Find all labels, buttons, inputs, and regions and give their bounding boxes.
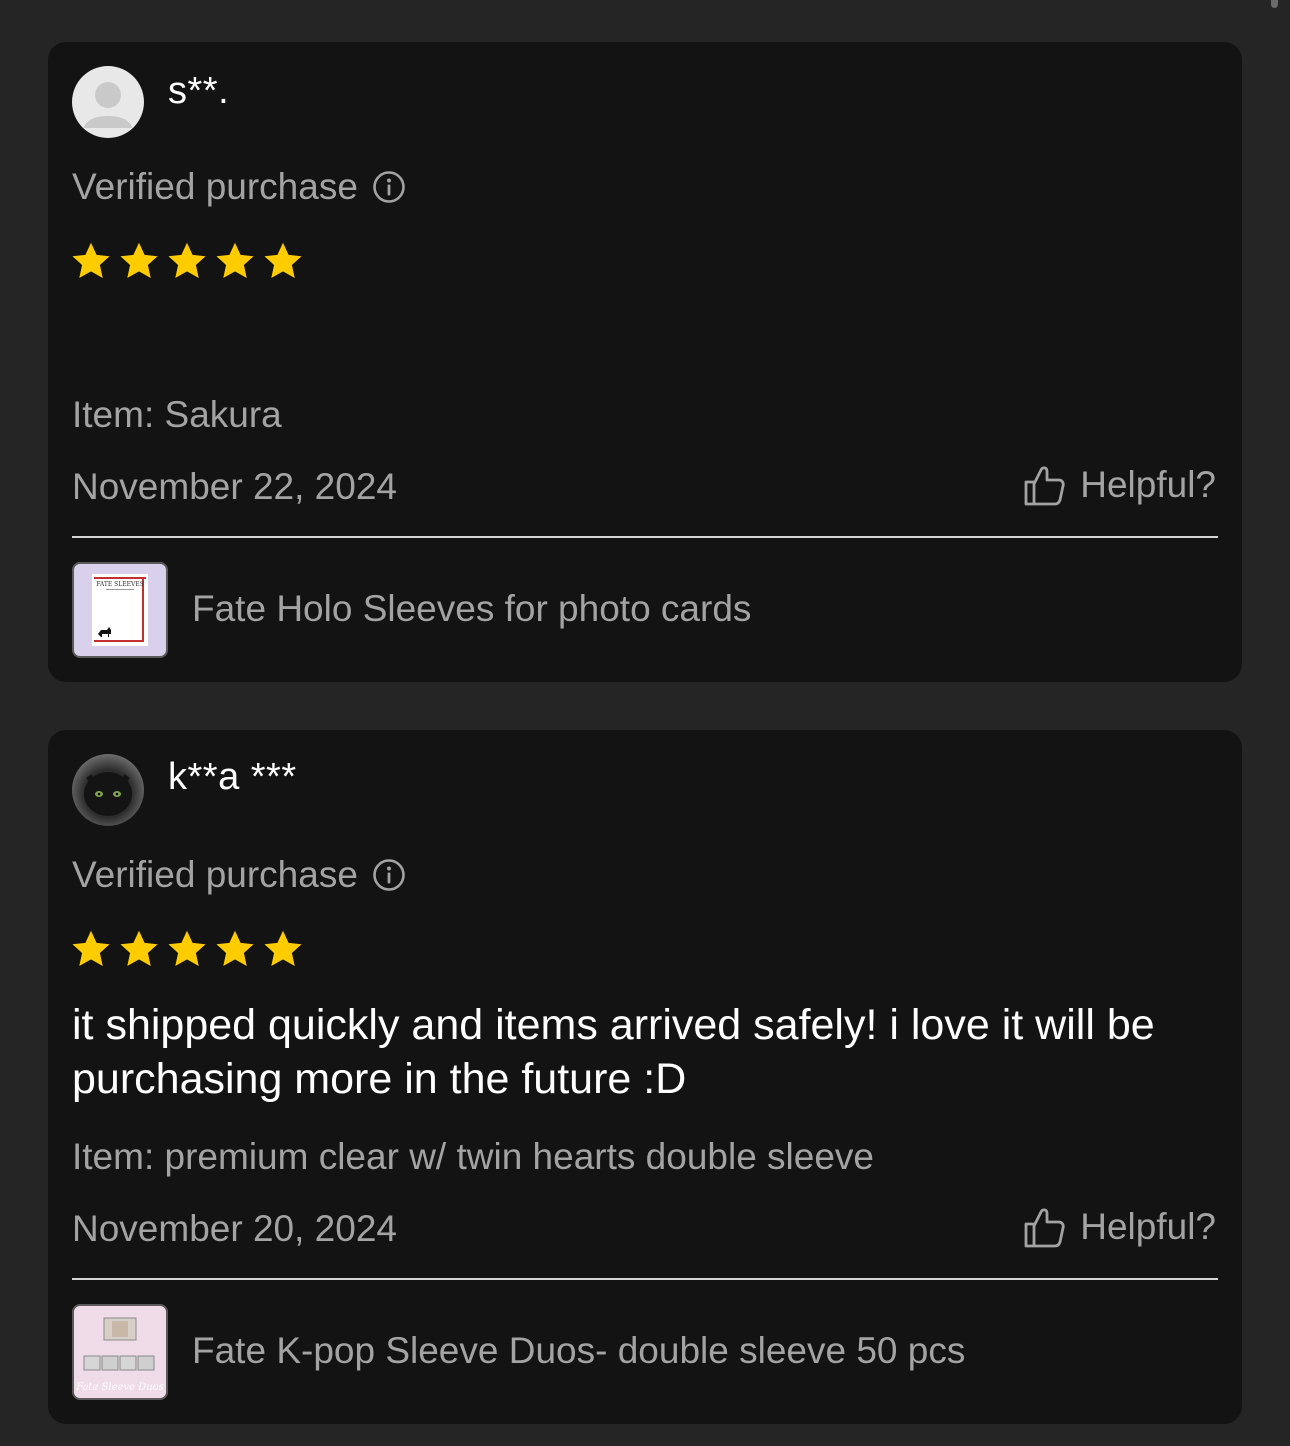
star-icon <box>216 242 254 278</box>
item-variant: Item: premium clear w/ twin hearts doubl… <box>72 1136 875 1177</box>
star-icon <box>168 242 206 278</box>
star-icon <box>120 242 158 278</box>
default-user-avatar-icon <box>84 82 132 128</box>
helpful-button[interactable]: Helpful? <box>1022 462 1216 508</box>
verified-label: Verified purchase <box>72 166 358 207</box>
reviewer-name: k**a *** <box>168 756 297 798</box>
product-image: FATE SLEEVES <box>92 574 148 646</box>
scroll-indicator[interactable] <box>1271 0 1278 8</box>
item-variant: Item: Sakura <box>72 394 282 435</box>
info-icon[interactable] <box>372 858 406 892</box>
info-icon[interactable] <box>372 170 406 204</box>
star-icon <box>72 242 110 278</box>
product-link[interactable]: Fate Holo Sleeves for photo cards <box>192 588 751 630</box>
thumbs-up-icon <box>1024 466 1065 506</box>
avatar[interactable] <box>72 754 144 826</box>
helpful-label: Helpful? <box>1080 464 1216 505</box>
star-icon <box>168 930 206 966</box>
reviewer-name: s**. <box>168 70 230 112</box>
thumbs-up-icon <box>1024 1208 1065 1248</box>
verified-label: Verified purchase <box>72 854 358 895</box>
review-date: November 22, 2024 <box>72 466 397 507</box>
star-icon <box>72 930 110 966</box>
avatar[interactable] <box>72 66 144 138</box>
product-image: Fate Sleeve Duos <box>75 1317 164 1393</box>
helpful-button[interactable]: Helpful? <box>1022 1204 1216 1250</box>
verified-purchase[interactable]: Verified purchase <box>72 166 406 208</box>
star-icon <box>264 242 302 278</box>
review-date: November 20, 2024 <box>72 1208 397 1249</box>
review-card: s**. Verified purchase Item: Sakura Nove… <box>48 42 1242 682</box>
star-icon <box>264 930 302 966</box>
divider <box>72 536 1218 538</box>
star-icon <box>216 930 254 966</box>
product-thumbnail[interactable]: Fate Sleeve Duos <box>72 1304 168 1400</box>
product-thumb-label: FATE SLEEVES <box>96 581 144 588</box>
review-text: it shipped quickly and items arrived saf… <box>72 1001 1155 1103</box>
star-rating <box>70 928 304 970</box>
helpful-label: Helpful? <box>1080 1206 1216 1247</box>
product-thumb-label: Fate Sleeve Duos <box>75 1382 164 1393</box>
review-card: k**a *** Verified purchase it shipped qu… <box>48 730 1242 1424</box>
product-link[interactable]: Fate K-pop Sleeve Duos- double sleeve 50… <box>192 1330 965 1372</box>
divider <box>72 1278 1218 1280</box>
user-photo-avatar <box>84 772 132 816</box>
verified-purchase[interactable]: Verified purchase <box>72 854 406 896</box>
star-rating <box>70 240 304 282</box>
star-icon <box>120 930 158 966</box>
product-thumbnail[interactable]: FATE SLEEVES <box>72 562 168 658</box>
